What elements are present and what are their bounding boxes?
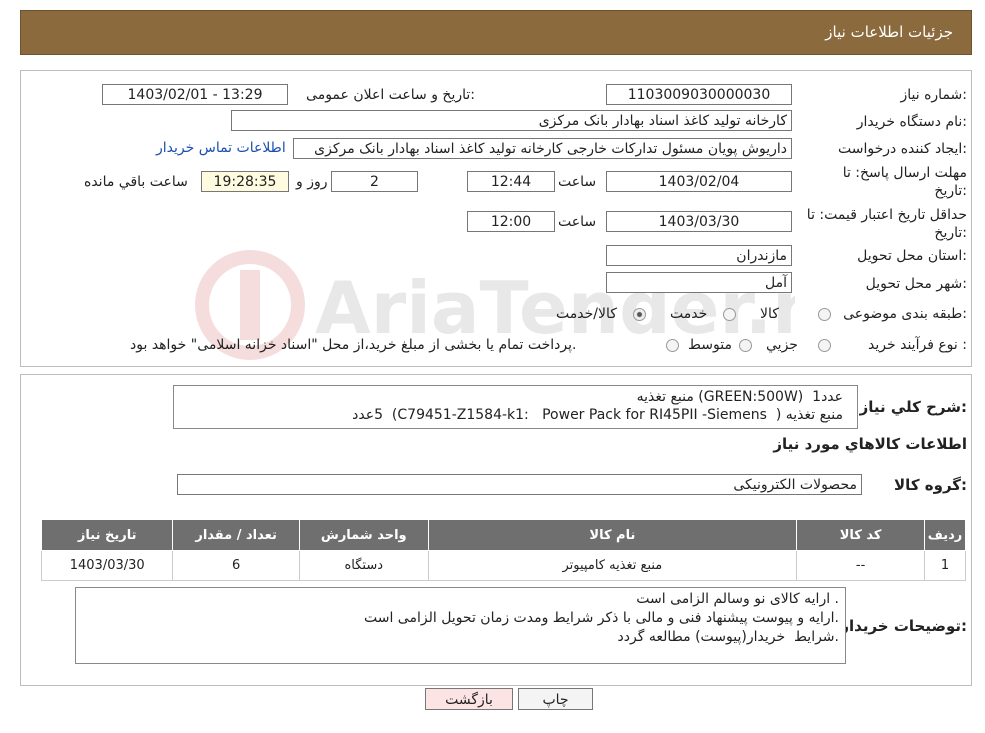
announce-label: تاریخ و ساعت اعلان عمومی: [306,87,475,103]
validity-label-2: تاریخ: [934,225,967,241]
validity-date-field: 1403/03/30 [606,211,792,232]
cell-need-date: 1403/03/30 [40,550,174,581]
buyer-org-field: کارخانه تولید کاغذ اسناد بهادار بانک مرک… [231,110,792,131]
validity-label: حداقل تاریخ اعتبار قیمت: تا [806,207,967,223]
province-label: استان محل تحویل: [857,248,967,264]
creator-label: ایجاد کننده درخواست: [838,141,967,157]
cell-code: -- [796,550,926,581]
category-goods-radio[interactable] [818,308,831,321]
cell-row: 1 [924,550,966,581]
need-number-label: شماره نیاز: [900,87,967,103]
deadline-date-field: 1403/02/04 [606,171,792,192]
creator-field: داریوش پویان مسئول تدارکات خارجی کارخانه… [293,138,792,159]
category-goods-service-radio[interactable] [633,308,646,321]
process-treasury-radio[interactable] [666,339,679,352]
col-quantity: تعداد / مقدار [172,519,300,551]
buyer-notes-label: توضیحات خریدار: [840,617,967,635]
validity-time-label: ساعت [558,214,597,230]
category-service-radio[interactable] [723,308,736,321]
contact-info-link[interactable]: اطلاعات تماس خریدار [156,140,286,156]
need-number-field: 1103009030000030 [606,84,792,105]
cell-unit: دستگاه [298,550,429,581]
category-goods-service-label: کالا/خدمت [556,306,617,322]
city-field: آمل [606,272,792,293]
process-label: نوع فرآیند خرید : [868,337,967,353]
process-medium-radio[interactable] [739,339,752,352]
category-goods-label: کالا [760,306,779,322]
announce-field: 1403/02/01 - 13:29 [102,84,288,105]
goods-section-title: اطلاعات کالاهاي مورد نياز [773,435,967,453]
buyer-org-label: نام دستگاه خریدار: [856,114,967,130]
table-header-row: تاريخ نياز تعداد / مقدار واحد شمارش نام … [40,519,966,551]
table-row: 1403/03/30 6 دستگاه منبع تغذیه کامپیوتر … [40,550,966,581]
days-label: روز و [296,174,328,190]
description-line-1: منبع تغذیه (GREEN:500W) 1عدد [636,389,843,405]
process-medium-label: متوسط [688,337,732,353]
process-minor-label: جزیي [766,337,798,353]
process-minor-radio[interactable] [818,339,831,352]
category-label: طبقه بندی موضوعی: [843,306,967,322]
back-button[interactable]: بازگشت [425,688,513,710]
city-label: شهر محل تحویل: [865,276,967,292]
province-field: مازندران [606,245,792,266]
cell-quantity: 6 [172,550,300,581]
col-need-date: تاريخ نياز [40,519,174,551]
deadline-time-label: ساعت [558,174,597,190]
description-label: شرح کلي نياز: [859,398,967,416]
print-button[interactable]: چاپ [518,688,593,710]
buyer-notes-textarea[interactable]: ارایه کالای نو وسالم الزامی است . ارایه … [75,587,846,664]
col-unit: واحد شمارش [298,519,429,551]
deadline-label: مهلت ارسال پاسخ: تا [842,165,967,181]
remaining-time-field: 19:28:35 [201,171,289,192]
process-note: پرداخت تمام یا بخشی از مبلغ خرید،از محل … [130,337,577,353]
description-textarea[interactable]: منبع تغذیه (GREEN:500W) 1عدد منبع تغذیه (… [173,385,858,429]
col-row: رديف [924,519,966,551]
col-code: کد کالا [796,519,926,551]
page-header: جزئیات اطلاعات نیاز [20,10,972,55]
goods-table: تاريخ نياز تعداد / مقدار واحد شمارش نام … [40,519,966,581]
cell-name: منبع تغذیه کامپیوتر [427,550,798,581]
remaining-label: ساعت باقي مانده [84,174,188,190]
description-line-2: منبع تغذیه ( C79451-Z1584-k1: Power Pack… [352,407,843,423]
goods-group-label: گروه کالا: [894,476,967,494]
category-service-label: خدمت [670,306,708,322]
deadline-label-2: تاریخ: [934,183,967,199]
goods-group-field: محصولات الکترونیکی [177,474,862,495]
validity-time-field: 12:00 [467,211,555,232]
deadline-time-field: 12:44 [467,171,555,192]
days-field: 2 [331,171,418,192]
col-name: نام کالا [427,519,798,551]
page-title: جزئیات اطلاعات نیاز [825,23,953,41]
